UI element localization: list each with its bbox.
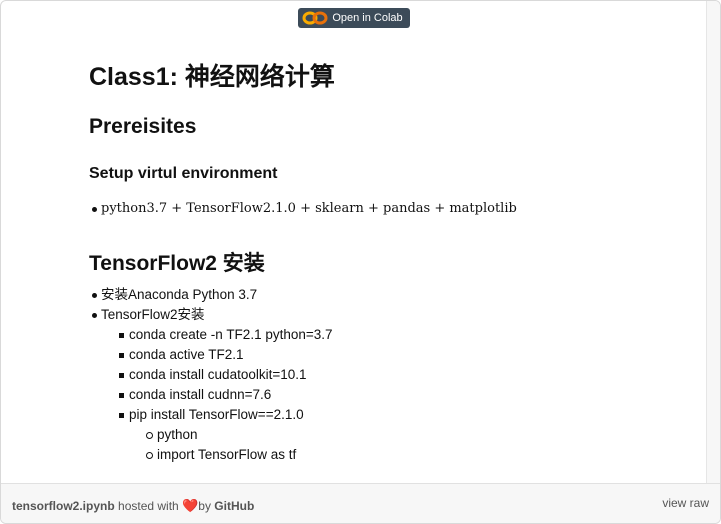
setup-list: python3.7 + TensorFlow2.1.0 + sklearn + … [92, 199, 517, 219]
list-item: import TensorFlow as tf [146, 445, 333, 465]
list-item: conda active TF2.1 [119, 345, 333, 365]
prerequisites-heading: Prereisites [89, 115, 197, 138]
list-item: pip install TensorFlow==2.1.0 [119, 405, 333, 425]
list-item: 安装Anaconda Python 3.7 [92, 285, 333, 305]
colab-logo-icon [302, 11, 328, 25]
notebook-title: Class1: 神经网络计算 [89, 63, 335, 91]
list-item: python [146, 425, 333, 445]
list-item: conda create -n TF2.1 python=3.7 [119, 325, 333, 345]
notebook-viewport: Open in Colab Class1: 神经网络计算 Prereisites… [1, 1, 707, 483]
list-item: conda install cudnn=7.6 [119, 385, 333, 405]
list-item: conda install cudatoolkit=10.1 [119, 365, 333, 385]
view-raw-link[interactable]: view raw [662, 496, 709, 510]
install-list: 安装Anaconda Python 3.7 TensorFlow2安装 cond… [92, 285, 333, 465]
open-in-colab-label: Open in Colab [332, 12, 403, 24]
heart-icon: ❤️ [182, 498, 199, 513]
hosted-with-text: hosted with [118, 499, 179, 513]
by-text: by [198, 499, 211, 513]
gist-filename-link[interactable]: tensorflow2.ipynb [12, 499, 115, 513]
github-link[interactable]: GitHub [214, 499, 254, 513]
list-item: TensorFlow2安装 [92, 305, 333, 325]
gist-embed: Open in Colab Class1: 神经网络计算 Prereisites… [0, 0, 721, 524]
vertical-scrollbar[interactable] [706, 1, 720, 483]
tensorflow-install-heading: TensorFlow2 安装 [89, 252, 265, 275]
list-item: python3.7 + TensorFlow2.1.0 + sklearn + … [92, 199, 517, 219]
gist-footer: tensorflow2.ipynb hosted with ❤️by GitHu… [1, 483, 720, 523]
open-in-colab-button[interactable]: Open in Colab [298, 8, 410, 28]
setup-heading: Setup virtul environment [89, 165, 278, 182]
